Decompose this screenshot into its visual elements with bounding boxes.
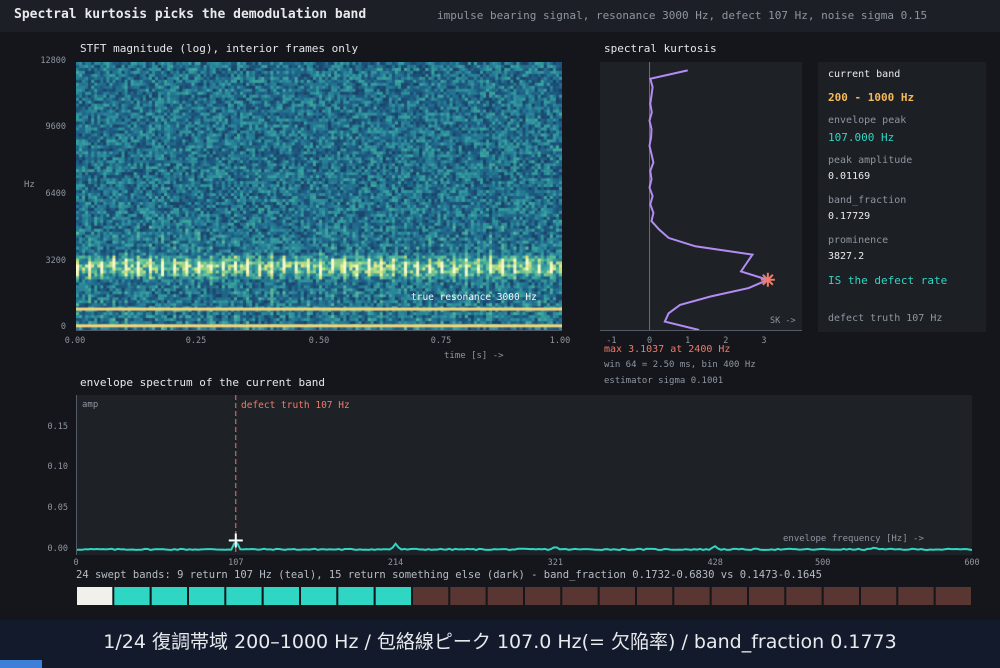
- prominence-label: prominence: [828, 235, 889, 246]
- band-cell-dark: [861, 587, 897, 605]
- defect-truth-label: defect truth 107 Hz: [241, 400, 350, 411]
- peak-amplitude-value: 0.01169: [828, 171, 871, 182]
- band-cell-teal: [301, 587, 337, 605]
- stft-ytick: 12800: [40, 56, 66, 66]
- caption-text: 1/24 復調帯域 200–1000 Hz / 包絡線ピーク 107.0 Hz(…: [103, 631, 897, 653]
- resonance-annotation: true resonance 3000 Hz: [411, 292, 537, 303]
- envelope-peak-value: 107.000 Hz: [828, 131, 895, 144]
- stft-ytick: 9600: [45, 122, 66, 132]
- stft-xtick: 0.75: [430, 336, 452, 346]
- sk-plot-bg: [600, 62, 802, 330]
- band-fraction-label: band_fraction: [828, 195, 907, 206]
- stft-ytick: 3200: [45, 256, 66, 266]
- band-cell-dark: [487, 587, 523, 605]
- current-band-panel: current band 200 - 1000 Hz envelope peak…: [818, 62, 986, 332]
- defect-truth-text: defect truth 107 Hz: [828, 313, 943, 324]
- stft-xaxis: [76, 330, 562, 331]
- band-cell-dark: [935, 587, 971, 605]
- band-cell-dark: [749, 587, 785, 605]
- band-cell-dark: [525, 587, 561, 605]
- envelope-yaxis: [76, 395, 77, 555]
- page-subtitle: impulse bearing signal, resonance 3000 H…: [437, 9, 928, 22]
- sk-plot: [600, 62, 802, 330]
- band-cell-dark: [898, 587, 934, 605]
- band-cell-teal: [151, 587, 187, 605]
- band-cell-dark: [674, 587, 710, 605]
- envelope-ytick: 0.00: [47, 544, 68, 554]
- band-cell-dark: [599, 587, 635, 605]
- sk-axis-tag: SK ->: [770, 316, 796, 326]
- band-cell-teal: [375, 587, 411, 605]
- sk-max-marker: [760, 272, 775, 287]
- band-sweep-summary: 24 swept bands: 9 return 107 Hz (teal), …: [76, 569, 822, 581]
- current-band-value: 200 - 1000 Hz: [828, 91, 915, 104]
- envelope-plot: [76, 395, 972, 555]
- envelope-xtick: 321: [547, 558, 564, 568]
- band-cell-dark: [711, 587, 747, 605]
- envelope-ytick: 0.05: [47, 503, 68, 514]
- stft-title: STFT magnitude (log), interior frames on…: [80, 42, 359, 55]
- envelope-xtick: 428: [707, 558, 723, 568]
- band-cell-dark: [786, 587, 822, 605]
- band-fraction-value: 0.17729: [828, 211, 871, 222]
- peak-amplitude-label: peak amplitude: [828, 155, 913, 166]
- envelope-ytick: 0.10: [47, 462, 68, 473]
- band-cell-teal: [226, 587, 262, 605]
- band-cell-dark: [413, 587, 449, 605]
- stft-xlabel: time [s] ->: [444, 351, 504, 361]
- envelope-xtick: 214: [387, 558, 404, 568]
- envelope-xtick: 0: [73, 558, 79, 568]
- band-cell-dark: [823, 587, 859, 605]
- stft-ytick: 0: [60, 322, 66, 332]
- sk-sigma-text: estimator sigma 0.1001: [604, 376, 724, 386]
- verdict-text: IS the defect rate: [828, 274, 948, 287]
- band-cell-dark: [562, 587, 598, 605]
- stft-xtick: 0.00: [64, 336, 86, 346]
- prominence-value: 3827.2: [828, 251, 865, 262]
- envelope-plot-bg: [76, 395, 972, 555]
- sk-xtick: 3: [761, 336, 767, 346]
- band-cell-dark: [450, 587, 486, 605]
- stft-xtick: 0.50: [308, 336, 330, 346]
- sk-win-text: win 64 = 2.50 ms, bin 400 Hz: [604, 360, 756, 370]
- current-band-heading: current band: [828, 69, 901, 80]
- progress-fill: [0, 660, 42, 668]
- envelope-xlabel: envelope frequency [Hz] ->: [783, 534, 924, 544]
- stft-xtick: 1.00: [549, 336, 571, 346]
- stft-ytick: 6400: [45, 189, 66, 199]
- band-cell-teal: [338, 587, 374, 605]
- envelope-peak-label: envelope peak: [828, 115, 907, 126]
- band-cell-teal: [114, 587, 150, 605]
- envelope-ylabel: amp: [82, 400, 99, 410]
- band-sweep-strip: [77, 587, 971, 605]
- sk-title: spectral kurtosis: [604, 42, 717, 55]
- band-cell-current: [77, 587, 113, 605]
- band-cell-teal: [189, 587, 225, 605]
- envelope-title: envelope spectrum of the current band: [80, 376, 326, 389]
- envelope-xtick: 600: [964, 558, 980, 568]
- envelope-xtick: 500: [814, 558, 831, 568]
- sk-xaxis: [600, 330, 802, 331]
- stft-heatmap: [76, 62, 562, 330]
- sk-max-text: max 3.1037 at 2400 Hz: [604, 344, 731, 355]
- page-title: Spectral kurtosis picks the demodulation…: [14, 7, 367, 22]
- band-cell-dark: [637, 587, 673, 605]
- stft-xtick: 0.25: [185, 336, 207, 346]
- envelope-ytick: 0.15: [47, 421, 68, 432]
- band-cell-teal: [263, 587, 299, 605]
- progress-track: [0, 660, 1000, 668]
- envelope-xtick: 107: [228, 558, 244, 568]
